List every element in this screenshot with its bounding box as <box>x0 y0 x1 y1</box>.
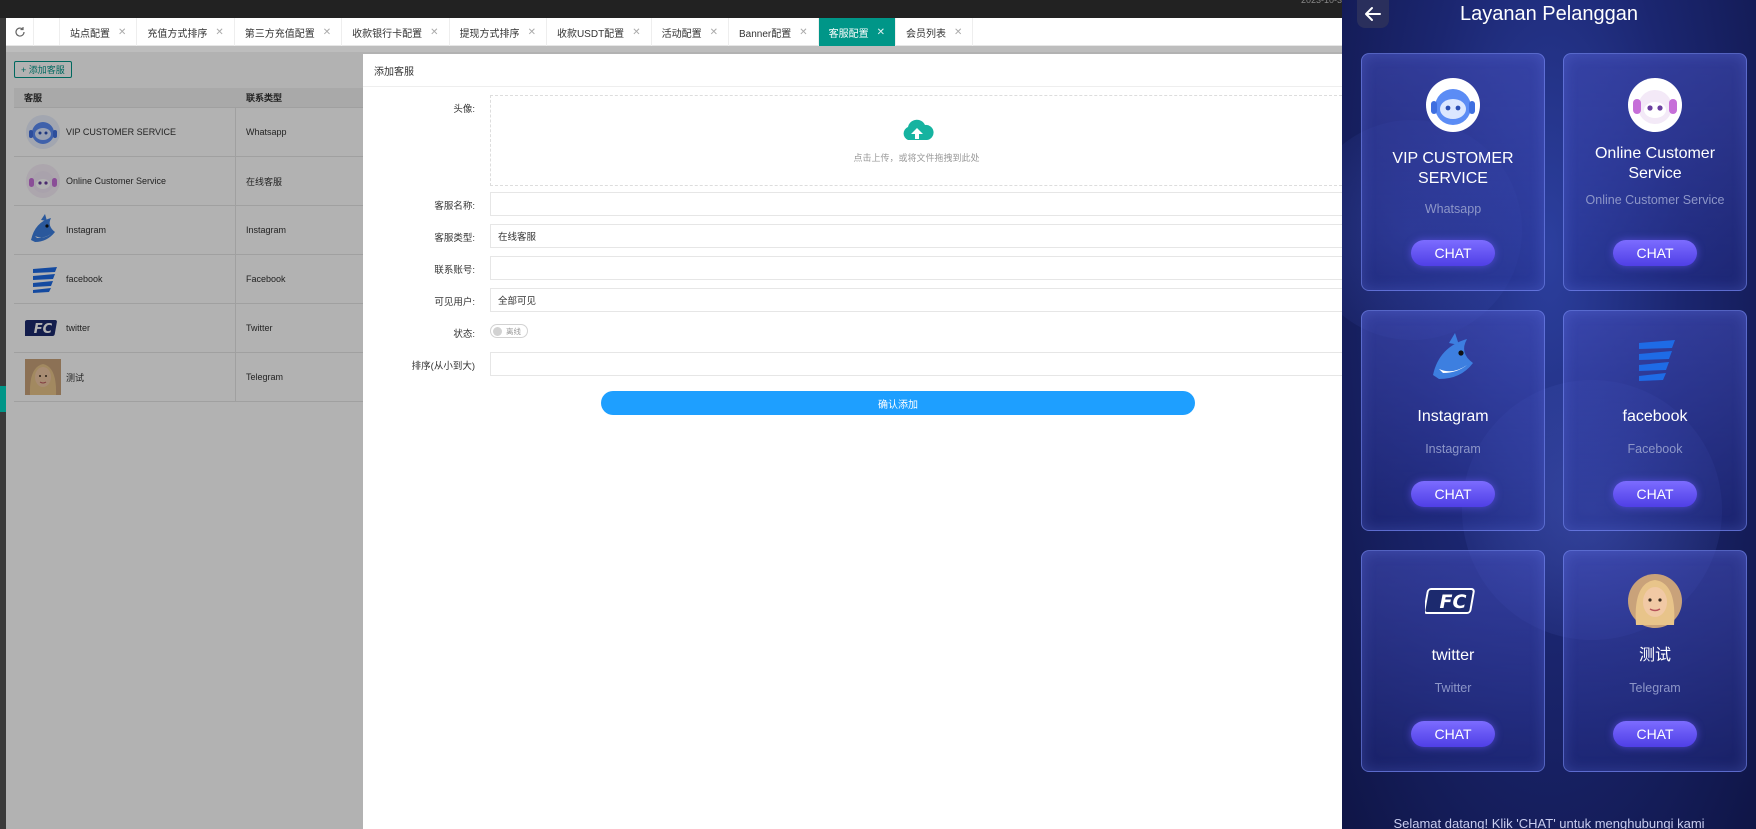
chat-button[interactable]: CHAT <box>1613 481 1697 507</box>
svg-text:FC: FC <box>1440 591 1467 613</box>
close-icon[interactable]: ✕ <box>799 27 807 38</box>
close-icon[interactable]: ✕ <box>215 27 223 38</box>
mobile-preview: Layanan Pelanggan VIP CUSTOMER SERVICE W… <box>1342 0 1756 829</box>
tab-usdt-config[interactable]: 收款USDT配置 ✕ <box>547 18 652 46</box>
tab-member-list[interactable]: 会员列表 ✕ <box>896 18 974 46</box>
tab-activity-config[interactable]: 活动配置 ✕ <box>652 18 729 46</box>
tab-label: 收款银行卡配置 <box>352 28 423 40</box>
close-icon[interactable]: ✕ <box>710 27 718 38</box>
sort-label: 排序(从小到大) <box>411 361 475 372</box>
visible-users-select[interactable]: 全部可见 <box>490 288 1342 312</box>
service-name-input[interactable] <box>490 192 1342 216</box>
chat-button[interactable]: CHAT <box>1411 721 1495 747</box>
cloud-upload-icon <box>900 118 934 145</box>
name-label: 客服名称: <box>434 201 475 212</box>
fc-logo-icon: FC <box>1425 573 1481 629</box>
tab-recharge-sort[interactable]: 充值方式排序 ✕ <box>137 18 235 46</box>
card-name: Online Customer Service <box>1594 145 1716 182</box>
card-type: Whatsapp <box>1424 202 1482 216</box>
contact-account-input[interactable] <box>490 256 1342 280</box>
chat-button[interactable]: CHAT <box>1411 481 1495 507</box>
tab-label: 第三方充值配置 <box>244 28 315 40</box>
upload-hint: 点击上传，或将文件拖拽到此处 <box>853 152 980 163</box>
datetime-clip: 2023-10-3 <box>1300 0 1342 5</box>
close-icon[interactable]: ✕ <box>430 27 438 38</box>
close-icon[interactable]: ✕ <box>877 27 885 38</box>
confirm-add-button[interactable]: 确认添加 <box>601 391 1195 415</box>
card-type: Telegram <box>1629 681 1681 695</box>
card-name: 测试 <box>1638 647 1671 664</box>
avatar-upload-area[interactable]: 点击上传，或将文件拖拽到此处 <box>490 95 1342 186</box>
type-label: 客服类型: <box>434 233 475 244</box>
card-name: VIP CUSTOMER SERVICE <box>1392 150 1514 187</box>
toggle-knob <box>493 326 502 336</box>
close-icon[interactable]: ✕ <box>632 27 640 38</box>
avatar-label: 头像: <box>453 104 475 115</box>
service-card-vip: VIP CUSTOMER SERVICE Whatsapp CHAT <box>1361 53 1545 291</box>
welcome-footer: Selamat datang! Klik 'CHAT' untuk menghu… <box>1393 816 1705 829</box>
service-card-instagram: Instagram Instagram CHAT <box>1361 310 1545 531</box>
tab-bank-card-config[interactable]: 收款银行卡配置 ✕ <box>342 18 450 46</box>
close-icon[interactable]: ✕ <box>954 27 962 38</box>
tab-home[interactable] <box>34 18 60 45</box>
blue-stripes-logo-icon <box>1627 331 1683 387</box>
status-label: 状态: <box>453 329 475 340</box>
chat-button[interactable]: CHAT <box>1613 240 1697 266</box>
tab-customer-service-config[interactable]: 客服配置 ✕ <box>818 18 896 46</box>
service-card-test: 测试 Telegram CHAT <box>1563 550 1747 772</box>
card-type: Facebook <box>1627 442 1683 456</box>
chat-button[interactable]: CHAT <box>1411 240 1495 266</box>
tab-label: 会员列表 <box>906 28 946 40</box>
sort-input[interactable] <box>490 352 1342 376</box>
tab-label: 充值方式排序 <box>147 28 208 40</box>
card-name: twitter <box>1431 647 1475 664</box>
modal-title: 添加客服 <box>363 54 1342 87</box>
card-name: Instagram <box>1417 408 1489 425</box>
account-label: 联系账号: <box>434 265 475 276</box>
card-type: Online Customer Service <box>1585 193 1725 207</box>
service-card-online: Online Customer Service Online Customer … <box>1563 53 1747 291</box>
tab-label: 提现方式排序 <box>459 28 520 40</box>
top-strip: 2023-10-3 <box>0 0 1342 18</box>
robot-headset-pink-icon <box>1627 77 1683 133</box>
chat-button[interactable]: CHAT <box>1613 721 1697 747</box>
card-type: Twitter <box>1434 681 1472 695</box>
robot-headset-blue-icon <box>1425 77 1481 133</box>
visible-users-label: 可见用户: <box>434 297 475 308</box>
mobile-title: Layanan Pelanggan <box>1460 3 1638 25</box>
status-toggle[interactable]: 离线 <box>490 324 528 338</box>
tab-banner-config[interactable]: Banner配置 ✕ <box>729 18 819 46</box>
add-service-modal: 添加客服 头像: 点击上传，或将文件拖拽到此处 客服名称: 客服类型: 在线客服… <box>363 54 1342 829</box>
tab-label: 收款USDT配置 <box>556 28 625 40</box>
status-toggle-text: 离线 <box>506 326 521 336</box>
close-icon[interactable]: ✕ <box>323 27 331 38</box>
tab-bar: 站点配置 ✕ 充值方式排序 ✕ 第三方充值配置 ✕ 收款银行卡配置 ✕ 提现方式排序 ✕ … <box>6 18 1342 46</box>
tab-label: 客服配置 <box>828 28 869 40</box>
service-card-twitter: FC twitter Twitter CHAT <box>1361 550 1545 772</box>
service-type-select[interactable]: 在线客服 <box>490 224 1342 248</box>
tab-site-config[interactable]: 站点配置 ✕ <box>60 18 138 46</box>
card-name: facebook <box>1622 408 1688 425</box>
card-type: Instagram <box>1425 442 1481 456</box>
back-arrow-icon[interactable] <box>1357 0 1389 28</box>
refresh-icon[interactable] <box>6 18 34 46</box>
tab-label: 站点配置 <box>70 28 110 40</box>
tab-third-party-recharge[interactable]: 第三方充值配置 ✕ <box>235 18 343 46</box>
close-icon[interactable]: ✕ <box>528 27 536 38</box>
service-card-facebook: facebook Facebook CHAT <box>1563 310 1747 531</box>
blonde-woman-portrait-icon <box>1627 573 1683 629</box>
close-icon[interactable]: ✕ <box>118 27 126 38</box>
tab-label: Banner配置 <box>738 28 792 40</box>
tab-withdraw-sort[interactable]: 提现方式排序 ✕ <box>450 18 547 46</box>
shark-mascot-icon <box>1425 331 1481 387</box>
tab-label: 活动配置 <box>661 28 702 40</box>
